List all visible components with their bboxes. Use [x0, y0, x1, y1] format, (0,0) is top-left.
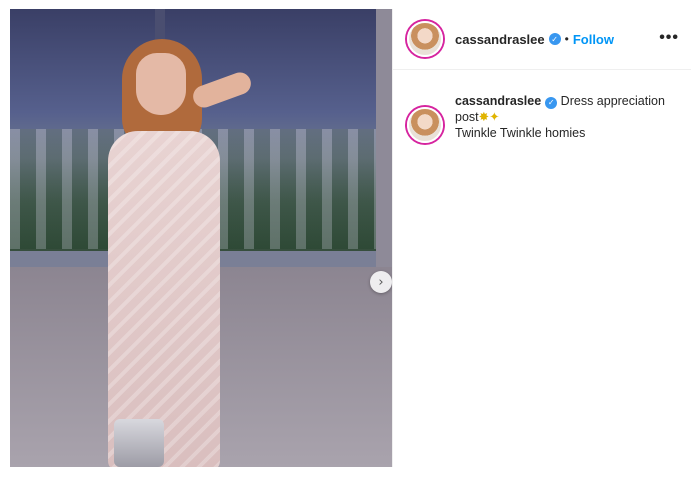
post-header: cassandraslee ✓ • Follow ••• [393, 9, 691, 70]
post-side-panel: cassandraslee ✓ • Follow ••• cassandrasl… [392, 9, 691, 467]
caption-verified-badge-icon: ✓ [545, 97, 558, 109]
caption-line2: post [455, 110, 479, 124]
next-image-button[interactable]: › [370, 271, 392, 293]
more-options-icon[interactable]: ••• [659, 29, 679, 47]
caption-text: cassandraslee ✓ Dress appreciation post✸✦… [455, 93, 685, 141]
post-image[interactable]: › [10, 9, 392, 467]
caption-username[interactable]: cassandraslee [455, 94, 541, 108]
caption-line1: Dress appreciation [560, 94, 665, 108]
header-username[interactable]: cassandraslee [455, 32, 545, 47]
sparkle-emoji-icon: ✸✦ [478, 109, 500, 124]
separator-dot: • [564, 32, 569, 46]
avatar[interactable] [407, 21, 443, 57]
follow-button[interactable]: Follow [573, 32, 614, 47]
caption-comment: cassandraslee ✓ Dress appreciation post✸✦… [393, 69, 691, 143]
person-figure [92, 39, 254, 467]
sequin-dress [108, 131, 220, 467]
caption-avatar[interactable] [407, 107, 443, 143]
silver-bag [114, 419, 164, 467]
caption-line3: Twinkle Twinkle homies [455, 126, 586, 140]
verified-badge-icon: ✓ [548, 33, 561, 45]
chevron-right-icon: › [378, 274, 384, 290]
